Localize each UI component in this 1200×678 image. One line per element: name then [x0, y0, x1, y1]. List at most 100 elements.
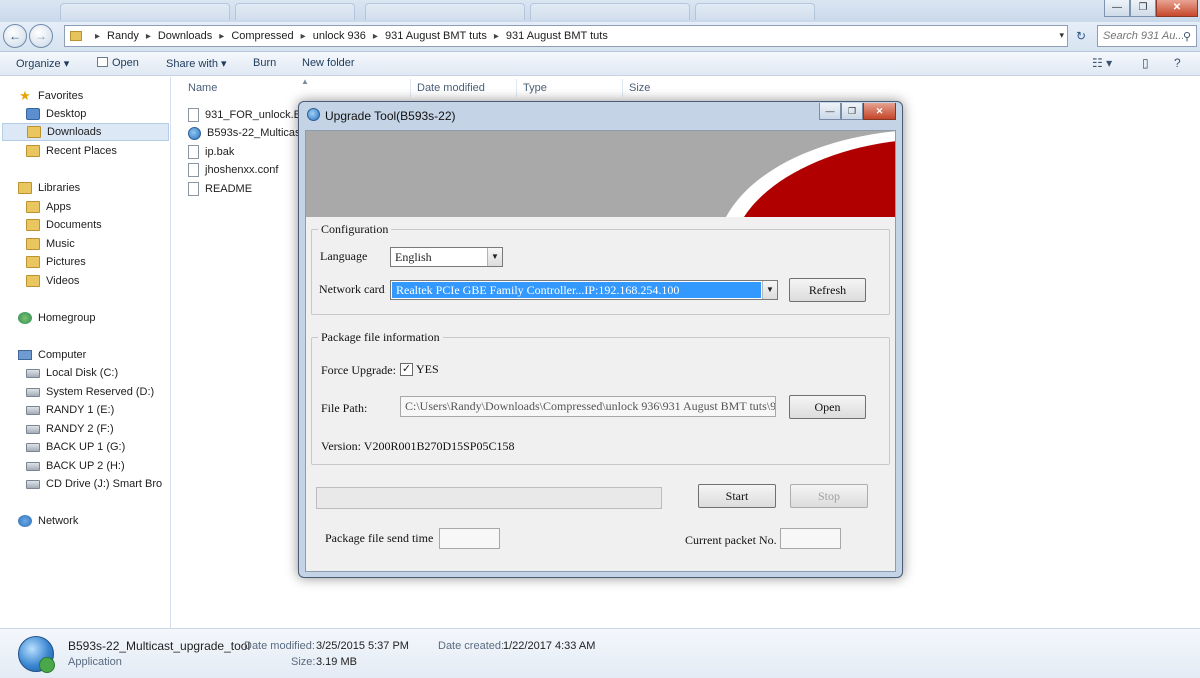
- sidebar-item-label: Music: [46, 238, 75, 250]
- list-item[interactable]: jhoshenxx.conf: [188, 161, 278, 179]
- search-box[interactable]: ⚲: [1097, 25, 1197, 47]
- sidebar-item-label: System Reserved (D:): [46, 386, 155, 398]
- sidebar-item-homegroup[interactable]: Homegroup: [18, 309, 95, 327]
- refresh-icon[interactable]: ↻: [1070, 25, 1092, 47]
- sidebar-item-randy-2-f[interactable]: RANDY 2 (F:): [26, 420, 114, 438]
- language-select[interactable]: English ▼: [390, 247, 503, 267]
- homegroup-icon: [18, 312, 32, 324]
- list-item[interactable]: B593s-22_Multicast_: [188, 124, 310, 142]
- search-input[interactable]: [1103, 30, 1183, 42]
- search-icon[interactable]: ⚲: [1183, 30, 1191, 43]
- organize-button[interactable]: Organize ▾: [16, 57, 69, 70]
- address-dropdown-icon[interactable]: ▾: [1059, 30, 1064, 41]
- column-divider[interactable]: [410, 79, 411, 97]
- help-icon[interactable]: ?: [1174, 56, 1181, 70]
- sidebar-item-back-up-2-h[interactable]: BACK UP 2 (H:): [26, 457, 125, 475]
- sidebar-item-label: BACK UP 2 (H:): [46, 460, 125, 472]
- breadcrumb-separator-icon[interactable]: ▸: [373, 31, 378, 42]
- sidebar-item-system-reserved-d[interactable]: System Reserved (D:): [26, 383, 154, 401]
- sidebar-item-recent-places[interactable]: Recent Places: [26, 142, 117, 160]
- open-button[interactable]: Open: [97, 57, 139, 69]
- column-divider[interactable]: [622, 79, 623, 97]
- column-header-name[interactable]: Name: [188, 82, 217, 94]
- breadcrumb-931-august-bmt-tuts-current[interactable]: 931 August BMT tuts: [506, 30, 608, 42]
- force-upgrade-checkbox[interactable]: ✓: [400, 363, 413, 376]
- breadcrumb-931-august-bmt-tuts[interactable]: 931 August BMT tuts: [385, 30, 487, 42]
- sidebar-item-music[interactable]: Music: [26, 235, 75, 253]
- breadcrumb-separator-icon[interactable]: ▸: [494, 31, 499, 42]
- stop-button[interactable]: Stop: [790, 484, 868, 508]
- new-folder-button[interactable]: New folder: [302, 57, 355, 69]
- sidebar-item-label: Computer: [38, 349, 87, 361]
- file-path-field[interactable]: C:\Users\Randy\Downloads\Compressed\unlo…: [400, 396, 776, 417]
- sidebar-item-local-disk-c[interactable]: Local Disk (C:): [26, 364, 118, 382]
- sidebar-item-documents[interactable]: Documents: [26, 216, 102, 234]
- background-browser-tab: [695, 3, 815, 20]
- share-with-button[interactable]: Share with ▾: [166, 57, 227, 70]
- list-item[interactable]: README: [188, 180, 252, 198]
- breadcrumb-randy[interactable]: Randy: [107, 30, 139, 42]
- sidebar-item-videos[interactable]: Videos: [26, 272, 79, 290]
- breadcrumb-separator-icon[interactable]: ▸: [219, 31, 224, 42]
- network-card-select-value: Realtek PCIe GBE Family Controller...IP:…: [392, 282, 761, 298]
- burn-button[interactable]: Burn: [253, 57, 276, 69]
- sidebar-item-label: Favorites: [38, 90, 84, 102]
- breadcrumb-separator-icon[interactable]: ▸: [301, 31, 306, 42]
- forward-button[interactable]: →: [29, 24, 53, 48]
- sidebar-item-pictures[interactable]: Pictures: [26, 253, 86, 271]
- open-file-button[interactable]: Open: [789, 395, 866, 419]
- list-item[interactable]: ip.bak: [188, 143, 234, 161]
- breadcrumb-separator-icon: ▸: [95, 30, 101, 42]
- sidebar-item-network[interactable]: Network: [18, 512, 78, 530]
- dialog-close-button[interactable]: ✕: [863, 103, 896, 120]
- refresh-button[interactable]: Refresh: [789, 278, 866, 302]
- dialog-title-bar[interactable]: Upgrade Tool(B593s-22) — ❐ ✕: [299, 102, 902, 129]
- preview-pane-icon[interactable]: ▯: [1142, 56, 1149, 70]
- sidebar-item-desktop[interactable]: Desktop: [26, 105, 86, 123]
- column-divider[interactable]: [516, 79, 517, 97]
- file-name: ip.bak: [205, 146, 235, 158]
- back-button[interactable]: ←: [3, 24, 27, 48]
- chevron-down-icon[interactable]: ▼: [762, 281, 777, 299]
- language-label: Language: [320, 249, 368, 263]
- sidebar-item-back-up-1-g[interactable]: BACK UP 1 (G:): [26, 438, 125, 456]
- force-upgrade-label: Force Upgrade:: [321, 363, 396, 377]
- sidebar-item-cd-drive-j[interactable]: CD Drive (J:) Smart Bro: [26, 475, 162, 493]
- sort-arrow-icon: ▲: [301, 77, 309, 86]
- sidebar-item-downloads[interactable]: Downloads: [2, 123, 169, 141]
- sidebar-item-libraries[interactable]: Libraries: [18, 179, 80, 197]
- details-date-created: 1/22/2017 4:33 AM: [503, 640, 596, 652]
- sidebar-item-label: Documents: [46, 219, 102, 231]
- breadcrumb-downloads[interactable]: Downloads: [158, 30, 212, 42]
- column-header-size[interactable]: Size: [629, 82, 650, 94]
- view-options-icon[interactable]: ☷ ▾: [1092, 56, 1112, 70]
- network-card-select[interactable]: Realtek PCIe GBE Family Controller...IP:…: [390, 280, 778, 300]
- force-upgrade-value: YES: [416, 362, 439, 376]
- sidebar-item-favorites[interactable]: ★ Favorites: [18, 87, 83, 105]
- sidebar-item-randy-1-e[interactable]: RANDY 1 (E:): [26, 401, 114, 419]
- breadcrumb-separator-icon[interactable]: ▸: [146, 31, 151, 42]
- chevron-down-icon[interactable]: ▼: [487, 248, 502, 266]
- sidebar-item-label: RANDY 2 (F:): [46, 423, 114, 435]
- start-button[interactable]: Start: [698, 484, 776, 508]
- dialog-minimize-button[interactable]: —: [819, 103, 841, 120]
- breadcrumb-unlock-936[interactable]: unlock 936: [313, 30, 366, 42]
- sidebar-item-label: Libraries: [38, 182, 81, 194]
- file-icon: [188, 145, 199, 159]
- maximize-button[interactable]: ❐: [1130, 0, 1156, 17]
- dialog-title: Upgrade Tool(B593s-22): [325, 109, 456, 123]
- sidebar-item-computer[interactable]: Computer: [18, 346, 86, 364]
- address-bar[interactable]: ▸ Randy ▸ Downloads ▸ Compressed ▸ unloc…: [64, 25, 1068, 47]
- drive-icon: [26, 424, 40, 434]
- close-button[interactable]: ✕: [1156, 0, 1198, 17]
- version-label-text: Version:: [321, 439, 361, 453]
- minimize-button[interactable]: —: [1104, 0, 1130, 17]
- sidebar-item-apps[interactable]: Apps: [26, 198, 71, 216]
- breadcrumb-compressed[interactable]: Compressed: [231, 30, 293, 42]
- list-item[interactable]: 931_FOR_unlock.BIN: [188, 106, 312, 124]
- column-header-type[interactable]: Type: [523, 82, 547, 94]
- dialog-maximize-button[interactable]: ❐: [841, 103, 863, 120]
- background-browser-tab: [60, 3, 230, 20]
- package-file-send-time-field: [439, 528, 500, 549]
- column-header-date-modified[interactable]: Date modified: [417, 82, 485, 94]
